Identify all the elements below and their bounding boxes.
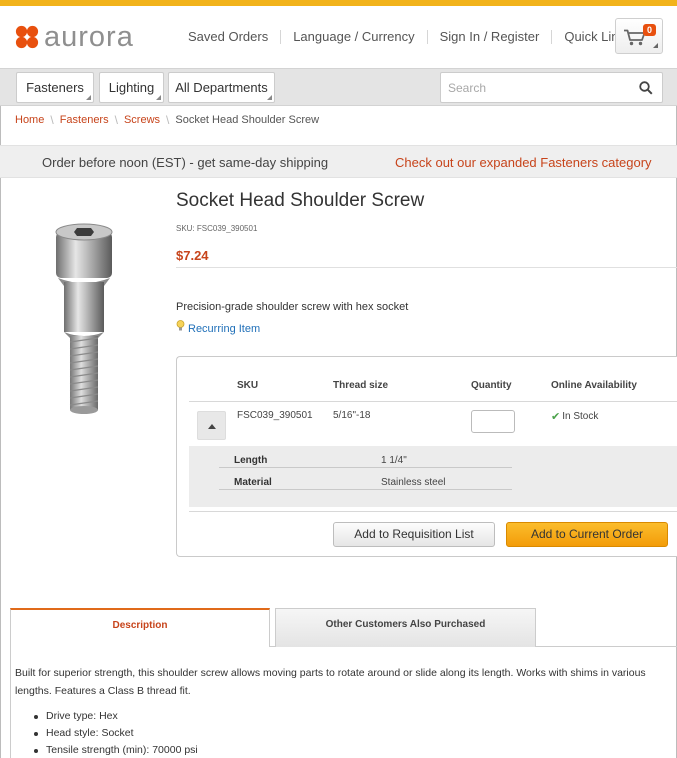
dept-fasteners[interactable]: Fasteners — [16, 72, 94, 103]
dept-label: Lighting — [108, 80, 155, 95]
check-icon: ✔ — [551, 411, 561, 423]
tab-other-customers-also-purchased[interactable]: Other Customers Also Purchased — [275, 608, 536, 647]
header-sku: SKU — [237, 380, 259, 391]
availability-label: In Stock — [562, 411, 599, 422]
short-description: Precision-grade shoulder screw with hex … — [176, 301, 409, 313]
saved-orders-link[interactable]: Saved Orders — [188, 30, 280, 44]
chevron-up-icon — [208, 424, 216, 429]
cart-count-badge: 0 — [643, 24, 657, 36]
sign-in-register-link[interactable]: Sign In / Register — [426, 30, 552, 44]
breadcrumb-separator: \ — [50, 113, 54, 127]
product-price: $7.24 — [176, 248, 209, 263]
product-long-description: Built for superior strength, this should… — [15, 667, 646, 697]
dept-lighting[interactable]: Lighting — [99, 72, 164, 103]
header-thread-size: Thread size — [333, 380, 389, 391]
top-navigation: Saved Orders Language / Currency Sign In… — [188, 30, 653, 44]
product-title: Socket Head Shoulder Screw — [176, 190, 425, 211]
sku-selection-panel: SKU Thread size Quantity Online Availabi… — [176, 356, 677, 557]
dropdown-corner-icon — [86, 95, 91, 100]
recurring-item-link[interactable]: Recurring Item — [176, 320, 260, 335]
attribute-row-material: Material Stainless steel — [219, 468, 512, 490]
attribute-name: Length — [234, 455, 268, 466]
search-input[interactable] — [448, 81, 628, 95]
feature-bullet: Head style: Socket — [34, 725, 198, 742]
header-online-availability: Online Availability — [551, 380, 637, 391]
breadcrumb-screws[interactable]: Screws — [124, 114, 160, 126]
dept-all-departments[interactable]: All Departments — [168, 72, 275, 103]
breadcrumb: Home \ Fasteners \ Screws \ Socket Head … — [15, 113, 319, 127]
attribute-row-length: Length 1 1/4" — [219, 446, 512, 468]
dept-label: All Departments — [175, 80, 268, 95]
availability-status: ✔ In Stock — [551, 410, 598, 423]
breadcrumb-separator: \ — [166, 113, 170, 127]
add-to-requisition-list-button[interactable]: Add to Requisition List — [333, 522, 495, 547]
breadcrumb-fasteners[interactable]: Fasteners — [60, 114, 109, 126]
dept-label: Fasteners — [26, 80, 84, 95]
row-thread-size: 5/16"-18 — [333, 410, 371, 421]
brand-logo[interactable]: aurora — [14, 22, 134, 52]
logo-flower-icon — [15, 25, 39, 49]
brand-name: aurora — [44, 21, 134, 53]
site-header: aurora Saved Orders Language / Currency … — [0, 6, 677, 68]
row-sku: FSC039_390501 — [237, 410, 313, 421]
product-image — [55, 223, 113, 414]
dropdown-corner-icon — [267, 95, 272, 100]
attribute-value: 1 1/4" — [381, 455, 407, 466]
search-icon[interactable] — [639, 81, 653, 95]
attribute-name: Material — [234, 477, 272, 488]
lightbulb-icon — [176, 320, 185, 331]
promo-bar: Order before noon (EST) - get same-day s… — [0, 145, 677, 178]
breadcrumb-home[interactable]: Home — [15, 114, 44, 126]
tab-description[interactable]: Description — [10, 608, 270, 647]
cart-button[interactable]: 0 — [615, 18, 663, 54]
price-divider — [176, 267, 677, 268]
search-box — [440, 72, 663, 103]
cart-dropdown-caret-icon — [653, 43, 658, 48]
active-tab-gap — [11, 646, 269, 647]
feature-bullet: Tensile strength (min): 70000 psi — [34, 742, 198, 758]
dropdown-corner-icon — [156, 95, 161, 100]
language-currency-link[interactable]: Language / Currency — [280, 30, 426, 44]
header-quantity: Quantity — [471, 380, 512, 391]
attribute-value: Stainless steel — [381, 477, 446, 488]
department-bar: Fasteners Lighting All Departments — [0, 68, 677, 106]
feature-bullet-list: Drive type: Hex Head style: Socket Tensi… — [34, 708, 198, 758]
add-to-current-order-button[interactable]: Add to Current Order — [506, 522, 668, 547]
breadcrumb-separator: \ — [114, 113, 118, 127]
collapse-attributes-button[interactable] — [197, 411, 226, 440]
quantity-input[interactable] — [471, 410, 515, 433]
feature-bullet: Drive type: Hex — [34, 708, 198, 725]
fasteners-category-link[interactable]: Check out our expanded Fasteners categor… — [395, 155, 652, 170]
shipping-promo-text: Order before noon (EST) - get same-day s… — [42, 155, 329, 170]
actions-divider — [189, 511, 677, 512]
product-sku: SKU: FSC039_390501 — [176, 224, 258, 233]
attributes-panel: Length 1 1/4" Material Stainless steel — [189, 446, 677, 507]
recurring-item-label: Recurring Item — [188, 323, 261, 335]
breadcrumb-current: Socket Head Shoulder Screw — [175, 114, 320, 126]
table-header-divider — [189, 401, 677, 402]
